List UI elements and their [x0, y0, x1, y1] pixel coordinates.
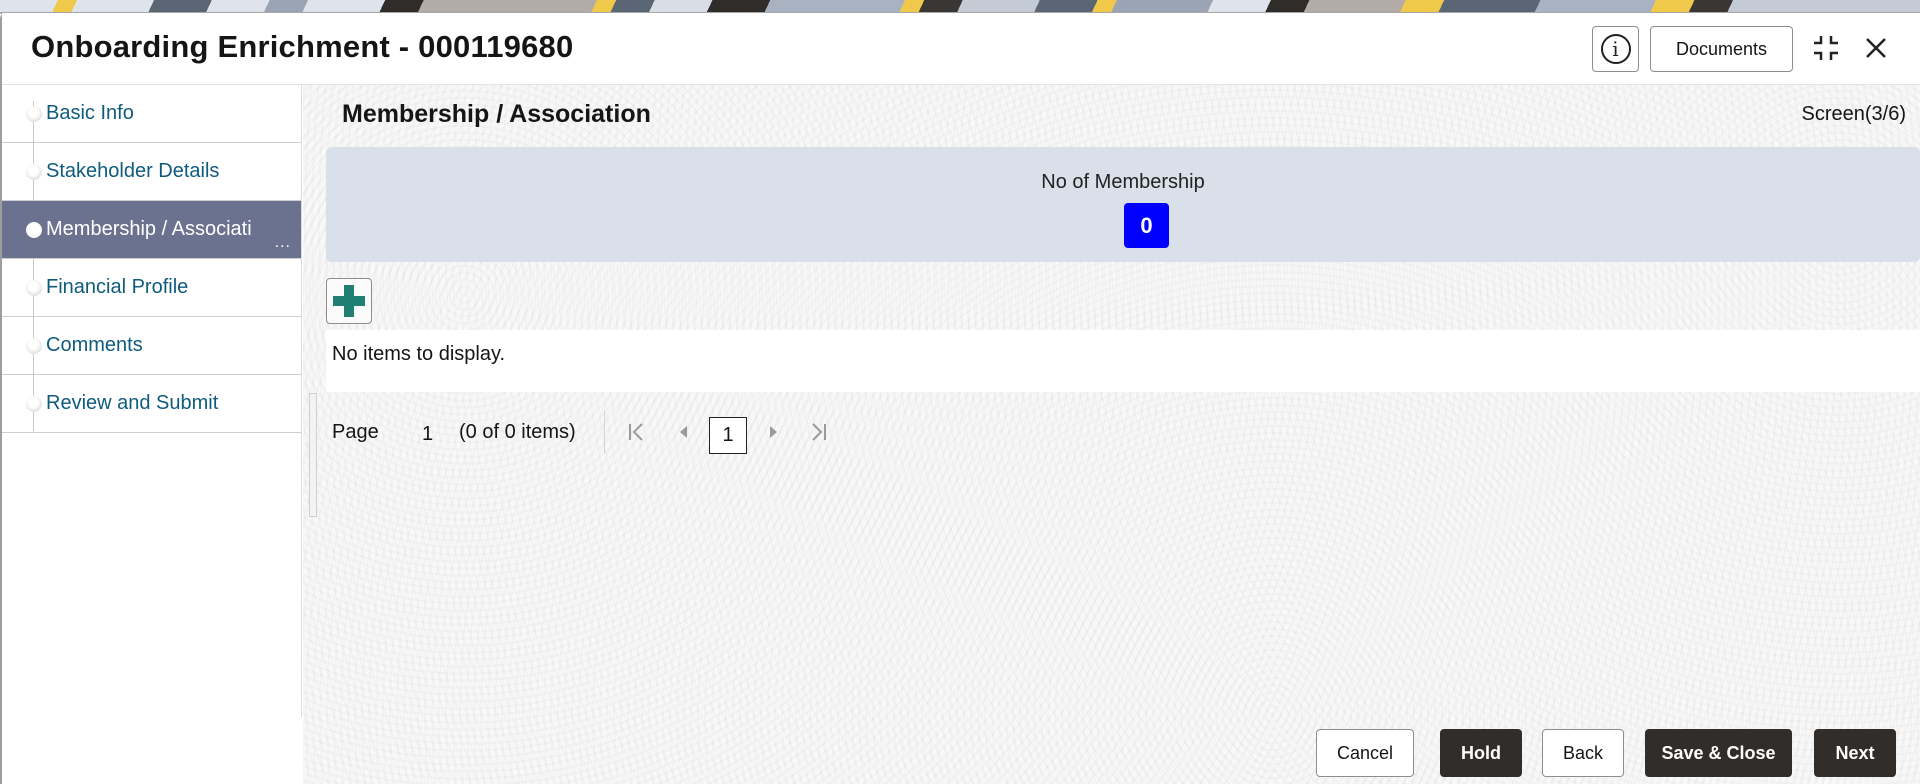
sidebar-item-label: Financial Profile [46, 276, 189, 298]
page-number: 1 [422, 423, 434, 445]
minimize-button[interactable] [1810, 32, 1842, 64]
info-circle-icon: i [1600, 34, 1631, 64]
sidebar-item-label: Basic Info [46, 102, 134, 124]
minimize-icon [1814, 36, 1838, 60]
vertical-scrollbar[interactable] [309, 393, 317, 517]
sidebar-item-financial-profile[interactable]: Financial Profile [2, 259, 301, 317]
overflow-ellipsis: ... [274, 234, 291, 251]
hold-button[interactable]: Hold [1440, 729, 1522, 777]
step-dot-icon [26, 106, 42, 122]
main-content: Membership / Association Screen(3/6) No … [303, 85, 1920, 784]
section-title: Membership / Association [342, 100, 651, 128]
sidebar-item-basic-info[interactable]: Basic Info [2, 85, 301, 143]
pagination: Page 1 (0 of 0 items) 1 [326, 407, 926, 457]
sidebar-item-label: Stakeholder Details [46, 160, 220, 182]
documents-button[interactable]: Documents [1650, 26, 1793, 72]
step-dot-icon [26, 396, 42, 412]
empty-table-row: No items to display. [326, 330, 1920, 392]
membership-count-badge: 0 [1124, 203, 1169, 248]
plus-icon [333, 285, 365, 317]
previous-page-icon [680, 426, 687, 438]
current-page-input[interactable]: 1 [709, 417, 747, 454]
sidebar-item-comments[interactable]: Comments [2, 317, 301, 375]
page-label: Page [332, 421, 379, 443]
step-dot-icon [26, 222, 42, 238]
first-page-button[interactable] [625, 419, 649, 445]
save-and-close-button[interactable]: Save & Close [1645, 729, 1792, 777]
last-page-icon [812, 423, 826, 441]
sidebar-item-stakeholder-details[interactable]: Stakeholder Details [2, 143, 301, 201]
next-page-button[interactable] [762, 419, 786, 445]
membership-summary-card: No of Membership 0 [326, 147, 1920, 262]
item-count: (0 of 0 items) [459, 421, 576, 443]
screen-indicator: Screen(3/6) [1801, 103, 1907, 125]
info-button[interactable]: i [1592, 26, 1639, 72]
sidebar-item-membership-association[interactable]: Membership / Associati ... [2, 201, 301, 259]
decorative-banner [0, 0, 1920, 14]
step-dot-icon [26, 280, 42, 296]
close-icon [1866, 38, 1886, 58]
sidebar-item-review-and-submit[interactable]: Review and Submit [2, 375, 301, 433]
step-navigation: Basic Info Stakeholder Details Membershi… [2, 85, 302, 717]
last-page-button[interactable] [806, 419, 830, 445]
add-membership-button[interactable] [326, 278, 372, 324]
pager-divider [604, 411, 605, 453]
previous-page-button[interactable] [671, 419, 695, 445]
empty-message: No items to display. [332, 343, 506, 365]
window-title: Onboarding Enrichment - 000119680 [31, 29, 574, 64]
onboarding-window: Onboarding Enrichment - 000119680 i Docu… [0, 13, 1920, 784]
cancel-button[interactable]: Cancel [1316, 729, 1414, 777]
summary-label: No of Membership [1041, 171, 1205, 193]
next-page-icon [770, 426, 777, 438]
step-dot-icon [26, 338, 42, 354]
window-header: Onboarding Enrichment - 000119680 i Docu… [2, 13, 1920, 85]
sidebar-item-label: Comments [46, 334, 143, 356]
sidebar-item-label: Review and Submit [46, 392, 219, 414]
first-page-icon [629, 423, 643, 441]
next-button[interactable]: Next [1814, 729, 1896, 777]
back-button[interactable]: Back [1542, 729, 1624, 777]
close-button[interactable] [1860, 32, 1892, 64]
sidebar-item-label: Membership / Associati [46, 218, 252, 240]
step-dot-icon [26, 164, 42, 180]
